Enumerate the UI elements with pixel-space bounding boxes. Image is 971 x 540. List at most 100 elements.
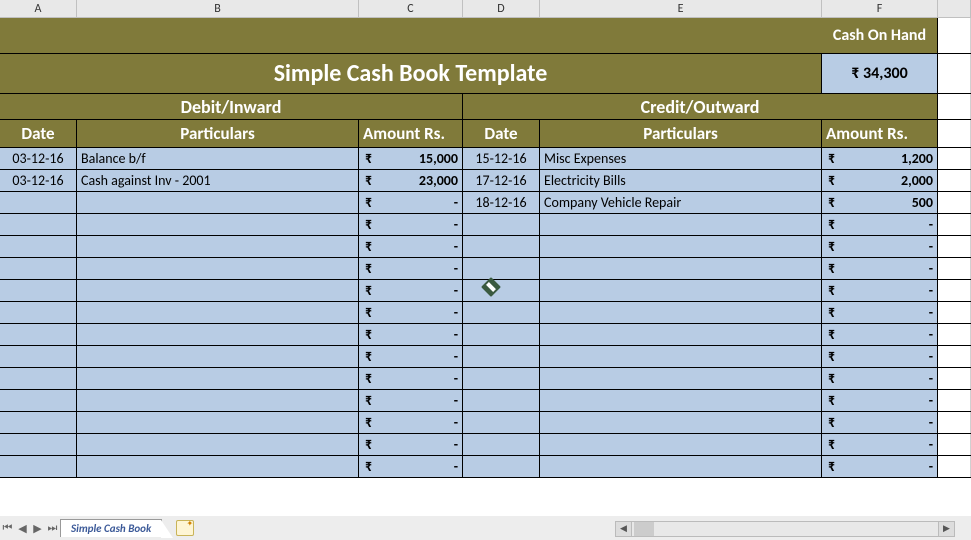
credit-amount-cell[interactable]: ₹- (822, 368, 938, 389)
debit-amount-cell[interactable]: ₹- (359, 258, 463, 279)
tab-prev-icon[interactable]: ◀ (15, 519, 30, 537)
white-cell[interactable] (938, 192, 971, 213)
credit-date-cell[interactable] (463, 412, 540, 433)
white-cell[interactable] (938, 258, 971, 279)
debit-date-cell[interactable] (0, 456, 77, 477)
credit-section-header[interactable]: Credit/Outward (463, 94, 938, 119)
debit-date-cell[interactable] (0, 434, 77, 455)
debit-amount-cell[interactable]: ₹- (359, 302, 463, 323)
white-cell[interactable] (938, 434, 971, 455)
credit-date-cell[interactable] (463, 346, 540, 367)
debit-particulars-cell[interactable] (77, 390, 359, 411)
credit-date-cell[interactable] (463, 368, 540, 389)
white-cell[interactable] (938, 54, 971, 93)
credit-amount-header[interactable]: Amount Rs. (822, 120, 938, 147)
credit-amount-cell[interactable]: ₹- (822, 346, 938, 367)
debit-date-cell[interactable] (0, 412, 77, 433)
col-header-f[interactable]: F (822, 0, 938, 17)
debit-date-cell[interactable]: 03-12-16 (0, 170, 77, 191)
debit-date-cell[interactable] (0, 236, 77, 257)
credit-date-cell[interactable] (463, 390, 540, 411)
debit-amount-cell[interactable]: ₹- (359, 192, 463, 213)
credit-amount-cell[interactable]: ₹500 (822, 192, 938, 213)
white-cell[interactable] (938, 302, 971, 323)
debit-amount-cell[interactable]: ₹23,000 (359, 170, 463, 191)
credit-date-cell[interactable] (463, 236, 540, 257)
debit-particulars-cell[interactable] (77, 302, 359, 323)
debit-particulars-cell[interactable] (77, 412, 359, 433)
credit-amount-cell[interactable]: ₹- (822, 390, 938, 411)
scroll-thumb[interactable] (634, 522, 654, 536)
credit-date-cell[interactable] (463, 302, 540, 323)
white-cell[interactable] (938, 148, 971, 169)
credit-particulars-cell[interactable] (540, 434, 822, 455)
credit-date-cell[interactable]: 17-12-16 (463, 170, 540, 191)
credit-particulars-cell[interactable] (540, 236, 822, 257)
col-header-blank[interactable] (938, 0, 971, 17)
debit-date-cell[interactable] (0, 302, 77, 323)
debit-date-cell[interactable] (0, 214, 77, 235)
debit-amount-cell[interactable]: ₹- (359, 434, 463, 455)
white-cell[interactable] (938, 412, 971, 433)
credit-particulars-cell[interactable] (540, 258, 822, 279)
credit-amount-cell[interactable]: ₹- (822, 434, 938, 455)
credit-amount-cell[interactable]: ₹- (822, 456, 938, 477)
credit-amount-cell[interactable]: ₹- (822, 280, 938, 301)
debit-particulars-cell[interactable] (77, 346, 359, 367)
debit-date-cell[interactable] (0, 324, 77, 345)
credit-date-cell[interactable]: 15-12-16 (463, 148, 540, 169)
debit-date-cell[interactable] (0, 346, 77, 367)
debit-particulars-cell[interactable] (77, 456, 359, 477)
col-header-d[interactable]: D (463, 0, 540, 17)
credit-date-cell[interactable] (463, 324, 540, 345)
title-cell[interactable]: Simple Cash Book Template (0, 54, 822, 93)
debit-amount-header[interactable]: Amount Rs. (359, 120, 463, 147)
debit-particulars-cell[interactable] (77, 192, 359, 213)
debit-particulars-cell[interactable] (77, 324, 359, 345)
credit-particulars-cell[interactable] (540, 412, 822, 433)
debit-amount-cell[interactable]: ₹- (359, 280, 463, 301)
col-header-c[interactable]: C (359, 0, 463, 17)
white-cell[interactable] (938, 236, 971, 257)
credit-particulars-cell[interactable] (540, 214, 822, 235)
debit-amount-cell[interactable]: ₹- (359, 214, 463, 235)
debit-particulars-cell[interactable] (77, 214, 359, 235)
credit-amount-cell[interactable]: ₹- (822, 412, 938, 433)
credit-amount-cell[interactable]: ₹- (822, 214, 938, 235)
debit-date-cell[interactable] (0, 192, 77, 213)
cash-on-hand-value[interactable]: ₹ 34,300 (822, 54, 938, 93)
scroll-left-icon[interactable]: ◀ (616, 522, 632, 536)
white-cell[interactable] (938, 456, 971, 477)
debit-amount-cell[interactable]: ₹15,000 (359, 148, 463, 169)
white-cell[interactable] (938, 18, 971, 53)
credit-date-cell[interactable] (463, 456, 540, 477)
credit-date-cell[interactable] (463, 434, 540, 455)
credit-date-header[interactable]: Date (463, 120, 540, 147)
credit-date-cell[interactable] (463, 214, 540, 235)
debit-date-cell[interactable] (0, 390, 77, 411)
debit-section-header[interactable]: Debit/Inward (0, 94, 463, 119)
credit-amount-cell[interactable]: ₹- (822, 324, 938, 345)
white-cell[interactable] (938, 324, 971, 345)
debit-particulars-header[interactable]: Particulars (77, 120, 359, 147)
debit-amount-cell[interactable]: ₹- (359, 412, 463, 433)
white-cell[interactable] (938, 346, 971, 367)
horizontal-scrollbar[interactable]: ◀ ▶ (615, 521, 955, 537)
tab-first-icon[interactable]: ⏮ (0, 519, 15, 537)
debit-date-header[interactable]: Date (0, 120, 77, 147)
white-cell[interactable] (938, 94, 971, 119)
debit-amount-cell[interactable]: ₹- (359, 390, 463, 411)
credit-particulars-cell[interactable] (540, 346, 822, 367)
debit-amount-cell[interactable]: ₹- (359, 368, 463, 389)
debit-particulars-cell[interactable] (77, 368, 359, 389)
debit-particulars-cell[interactable] (77, 434, 359, 455)
debit-date-cell[interactable] (0, 258, 77, 279)
debit-amount-cell[interactable]: ₹- (359, 324, 463, 345)
credit-amount-cell[interactable]: ₹- (822, 258, 938, 279)
scroll-right-icon[interactable]: ▶ (938, 522, 954, 536)
debit-amount-cell[interactable]: ₹- (359, 346, 463, 367)
credit-date-cell[interactable]: 18-12-16 (463, 192, 540, 213)
credit-amount-cell[interactable]: ₹2,000 (822, 170, 938, 191)
debit-date-cell[interactable]: 03-12-16 (0, 148, 77, 169)
credit-amount-cell[interactable]: ₹- (822, 302, 938, 323)
